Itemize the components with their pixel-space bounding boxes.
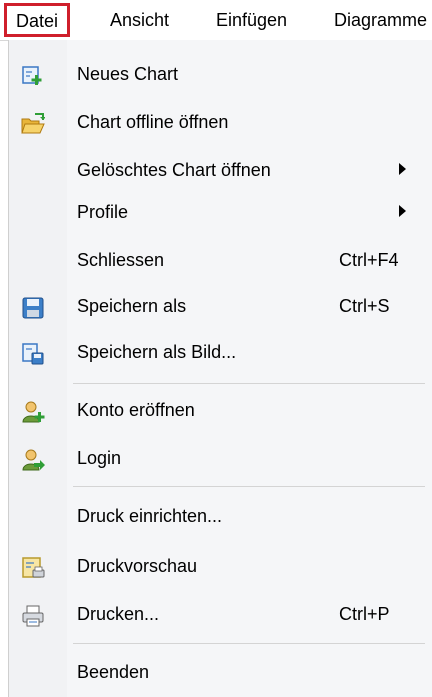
- menu-item-profile[interactable]: Profile: [9, 192, 432, 236]
- menubar-ansicht[interactable]: Ansicht: [110, 6, 169, 34]
- menu-item-speichern-als-bild[interactable]: Speichern als Bild...: [9, 332, 432, 376]
- menu-bar: Datei Ansicht Einfügen Diagramme: [0, 0, 432, 41]
- printer-icon: [22, 605, 44, 627]
- menu-item-geloeschtes-chart-oeffnen[interactable]: Gelöschtes Chart öffnen: [9, 150, 432, 194]
- menu-item-chart-offline-oeffnen[interactable]: Chart offline öffnen: [9, 102, 432, 146]
- menu-label-beenden: Beenden: [77, 662, 150, 682]
- menubar-diagramme[interactable]: Diagramme: [334, 6, 432, 34]
- menu-label-neues-chart: Neues Chart: [77, 64, 179, 84]
- menu-item-druck-einrichten[interactable]: Druck einrichten...: [9, 496, 432, 540]
- menu-label-login: Login: [77, 448, 122, 468]
- menu-label-speichern-als: Speichern als: [77, 296, 187, 316]
- menu-separator: [73, 486, 425, 487]
- menu-label-profile: Profile: [77, 202, 129, 222]
- menu-label-druck-einrichten: Druck einrichten...: [77, 506, 223, 526]
- submenu-arrow-icon: [399, 205, 406, 217]
- menu-item-konto-eroeffnen[interactable]: Konto eröffnen: [9, 390, 432, 434]
- open-folder-icon: [21, 113, 45, 134]
- menu-label-drucken: Drucken...: [77, 604, 160, 624]
- menu-label-speichern-als-bild: Speichern als Bild...: [77, 342, 237, 362]
- save-image-icon: [22, 343, 44, 365]
- print-preview-icon: [22, 557, 45, 578]
- menu-item-login[interactable]: Login: [9, 438, 432, 482]
- menu-item-druckvorschau[interactable]: Druckvorschau: [9, 546, 432, 590]
- new-chart-icon: [22, 66, 42, 85]
- save-icon: [22, 297, 44, 319]
- menu-item-schliessen[interactable]: Schliessen Ctrl+F4: [9, 240, 432, 284]
- menubar-einfuegen[interactable]: Einfügen: [216, 6, 287, 34]
- menu-label-druckvorschau: Druckvorschau: [77, 556, 198, 576]
- menu-shortcut-speichern-als: Ctrl+S: [339, 296, 390, 316]
- menu-shortcut-schliessen: Ctrl+F4: [339, 250, 399, 270]
- menu-label-konto-eroeffnen: Konto eröffnen: [77, 400, 195, 420]
- file-menu-dropdown: Neues Chart Chart offline öffnen Gelösch…: [8, 40, 432, 697]
- menu-item-speichern-als[interactable]: Speichern als Ctrl+S: [9, 286, 432, 330]
- menu-shortcut-drucken: Ctrl+P: [339, 604, 390, 624]
- menu-separator: [73, 643, 425, 644]
- add-user-icon: [22, 401, 45, 423]
- login-user-icon: [22, 449, 45, 471]
- menu-item-drucken[interactable]: Drucken... Ctrl+P: [9, 594, 432, 638]
- menu-item-beenden[interactable]: Beenden: [9, 652, 432, 696]
- submenu-arrow-icon: [399, 163, 406, 175]
- menu-label-chart-offline-oeffnen: Chart offline öffnen: [77, 112, 229, 132]
- menu-label-schliessen: Schliessen: [77, 250, 165, 270]
- menu-label-geloeschtes-chart-oeffnen: Gelöschtes Chart öffnen: [77, 160, 271, 180]
- menu-item-neues-chart[interactable]: Neues Chart: [9, 54, 432, 98]
- menubar-datei[interactable]: Datei: [4, 3, 70, 37]
- menu-separator: [73, 383, 425, 384]
